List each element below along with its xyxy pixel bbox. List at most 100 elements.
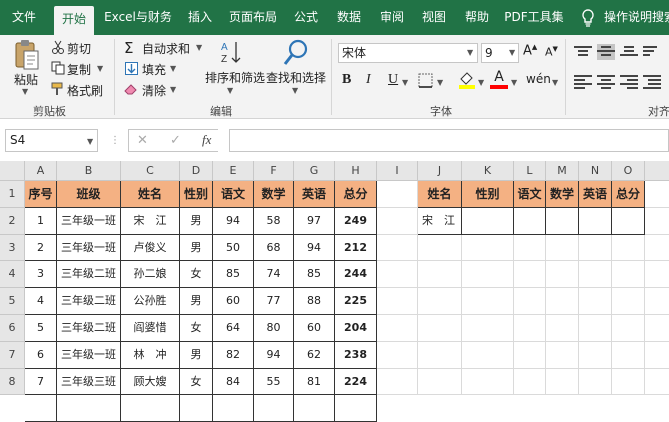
formula-input[interactable] [229,129,669,152]
grid-cell[interactable] [462,288,514,315]
font-color-dropdown-icon[interactable]: ▼ [511,78,517,87]
lookup-header-cell[interactable]: 姓名 [418,181,462,208]
lookup-header-cell[interactable]: 总分 [612,181,645,208]
orientation-icon[interactable] [643,44,661,60]
table-cell[interactable] [294,395,335,422]
lookup-cell[interactable] [514,207,546,235]
fill-dropdown-icon[interactable]: ▼ [170,64,176,73]
table-cell[interactable]: 1 [25,207,57,235]
column-header-A[interactable]: A [25,161,57,181]
lookup-header-cell[interactable]: 语文 [514,181,546,208]
grid-cell[interactable] [377,315,418,342]
clear-dropdown-icon[interactable]: ▼ [170,85,176,94]
table-cell[interactable]: 94 [254,341,294,369]
align-top-icon[interactable] [574,44,592,60]
table-cell[interactable] [57,395,121,422]
grid-cell[interactable] [579,315,612,342]
table-cell[interactable]: 三年级一班 [57,341,121,369]
grid-cell[interactable] [377,341,418,369]
table-cell[interactable]: 孙二娘 [121,261,180,289]
align-right-icon[interactable] [620,73,638,89]
phonetic-dropdown-icon[interactable]: ▼ [552,78,558,87]
table-cell[interactable]: 244 [335,261,377,289]
grid-cell[interactable] [377,288,418,315]
grid-cell[interactable] [645,235,669,262]
table-cell[interactable]: 林 冲 [121,341,180,369]
align-middle-icon[interactable] [597,44,615,60]
table-cell[interactable]: 225 [335,288,377,315]
fill-color-icon[interactable] [458,71,476,92]
grid-cell[interactable] [579,288,612,315]
tab-review[interactable]: 审阅 [374,0,410,35]
tab-file[interactable]: 文件 [5,0,43,35]
table-header-cell[interactable]: 班级 [57,181,121,208]
align-center-icon[interactable] [597,73,615,89]
grid-cell[interactable] [514,341,546,369]
table-header-cell[interactable]: 语文 [213,181,254,208]
indent-icon[interactable] [643,73,661,89]
table-header-cell[interactable]: 姓名 [121,181,180,208]
grid-cell[interactable] [645,315,669,342]
table-cell[interactable]: 85 [213,261,254,289]
grid-cell[interactable] [546,315,579,342]
enter-icon[interactable]: ✓ [170,133,181,148]
grid-cell[interactable] [418,341,462,369]
border-icon[interactable] [418,73,433,91]
increase-font-icon[interactable]: A▲ [523,43,537,58]
table-cell[interactable]: 60 [213,288,254,315]
row-header-6[interactable]: 6 [0,315,25,342]
grid-cell[interactable] [546,368,579,396]
grid-cell[interactable] [377,234,418,262]
lookup-cell[interactable] [612,207,645,235]
table-cell[interactable]: 94 [294,234,335,262]
grid-cell[interactable] [462,261,514,289]
table-cell[interactable]: 三年级一班 [57,207,121,235]
lookup-cell[interactable] [546,207,579,235]
tell-me-search[interactable]: 操作说明搜索 [604,0,669,35]
grid-cell[interactable] [462,341,514,369]
lookup-cell[interactable] [462,207,514,235]
grid-cell[interactable] [514,288,546,315]
table-cell[interactable]: 三年级二班 [57,288,121,315]
row-header-5[interactable]: 5 [0,288,25,315]
grid-cell[interactable] [546,341,579,369]
tab-pdf-tools[interactable]: PDF工具集 [502,0,566,35]
select-all-corner[interactable] [0,161,25,181]
cancel-icon[interactable]: ✕ [137,133,148,148]
column-header-F[interactable]: F [254,161,294,181]
grid-cell[interactable] [418,234,462,262]
border-dropdown-icon[interactable]: ▼ [437,78,443,87]
row-header-7[interactable]: 7 [0,341,25,369]
grid-cell[interactable] [612,368,645,396]
column-header-O[interactable]: O [612,161,645,181]
italic-icon[interactable]: I [366,72,371,88]
grid-cell[interactable] [462,234,514,262]
table-cell[interactable]: 62 [294,341,335,369]
grid-cell[interactable] [612,261,645,289]
tab-data[interactable]: 数据 [331,0,367,35]
paste-icon[interactable] [14,39,40,74]
table-header-cell[interactable]: 数学 [254,181,294,208]
grid-cell[interactable] [514,368,546,396]
column-header-L[interactable]: L [514,161,546,181]
table-cell[interactable]: 82 [213,341,254,369]
table-cell[interactable] [121,395,180,422]
table-cell[interactable]: 2 [25,234,57,262]
grid-cell[interactable] [645,342,669,369]
table-cell[interactable]: 3 [25,261,57,289]
table-cell[interactable]: 58 [254,207,294,235]
row-header-2[interactable]: 2 [0,207,25,235]
fill-button[interactable]: 填充 [142,61,166,78]
table-cell[interactable]: 男 [180,234,213,262]
column-header-K[interactable]: K [462,161,514,181]
column-header-H[interactable]: H [335,161,377,181]
grid-cell[interactable] [645,261,669,289]
table-cell[interactable]: 宋 江 [121,207,180,235]
table-cell[interactable]: 68 [254,234,294,262]
table-cell[interactable]: 204 [335,315,377,342]
table-header-cell[interactable]: 总分 [335,181,377,208]
table-cell[interactable]: 50 [213,234,254,262]
tab-formulas[interactable]: 公式 [288,0,324,35]
grid-cell[interactable] [645,181,669,208]
grid-cell[interactable] [546,288,579,315]
